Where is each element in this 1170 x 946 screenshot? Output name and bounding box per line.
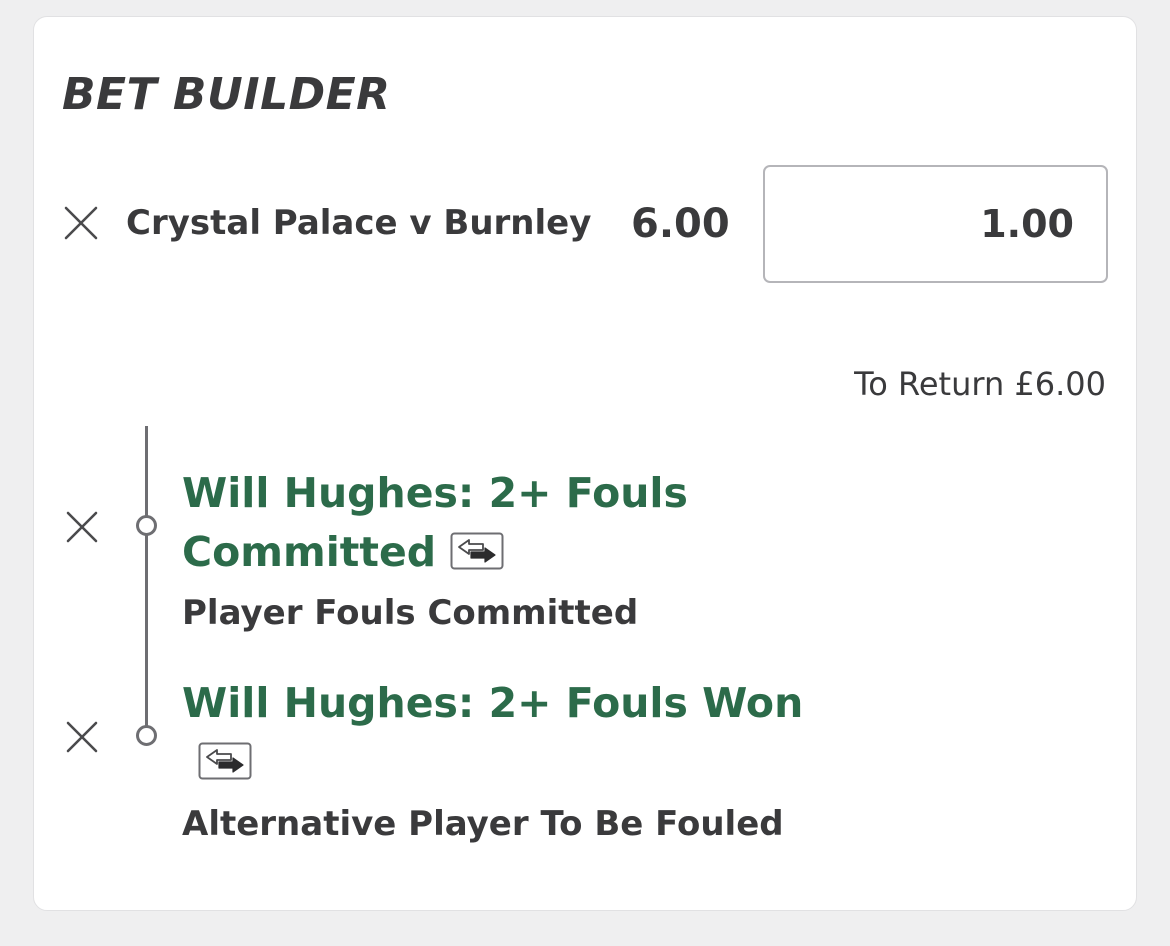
selection-market: Alternative Player To Be Fouled [182, 804, 784, 844]
remove-selection-button[interactable] [65, 720, 99, 754]
event-name: Crystal Palace v Burnley [126, 203, 592, 243]
selection-market: Player Fouls Committed [182, 593, 639, 633]
selection-title-text: Will Hughes: 2+ Fouls Won [182, 679, 804, 727]
stake-input[interactable] [763, 165, 1108, 283]
bet-builder-card: BET BUILDER Crystal Palace v Burnley 6.0… [33, 16, 1137, 911]
swap-selection-button[interactable] [450, 532, 504, 570]
selection-title: Will Hughes: 2+ Fouls Won [182, 674, 822, 792]
remove-event-button[interactable] [64, 206, 98, 240]
to-return-text: To Return £6.00 [854, 365, 1106, 403]
close-icon [66, 721, 98, 753]
selection-title-text: Will Hughes: 2+ Fouls Committed [182, 469, 688, 576]
timeline-connector [145, 426, 148, 736]
swap-selection-button[interactable] [198, 742, 252, 780]
timeline-node [136, 515, 157, 536]
selection-title: Will Hughes: 2+ Fouls Committed [182, 464, 822, 582]
timeline-node [136, 725, 157, 746]
remove-selection-button[interactable] [65, 510, 99, 544]
close-icon [64, 206, 98, 240]
event-odds: 6.00 [631, 201, 730, 247]
bet-builder-title: BET BUILDER [62, 69, 391, 120]
close-icon [66, 511, 98, 543]
swap-arrows-icon [450, 532, 504, 570]
swap-arrows-icon [198, 742, 252, 780]
